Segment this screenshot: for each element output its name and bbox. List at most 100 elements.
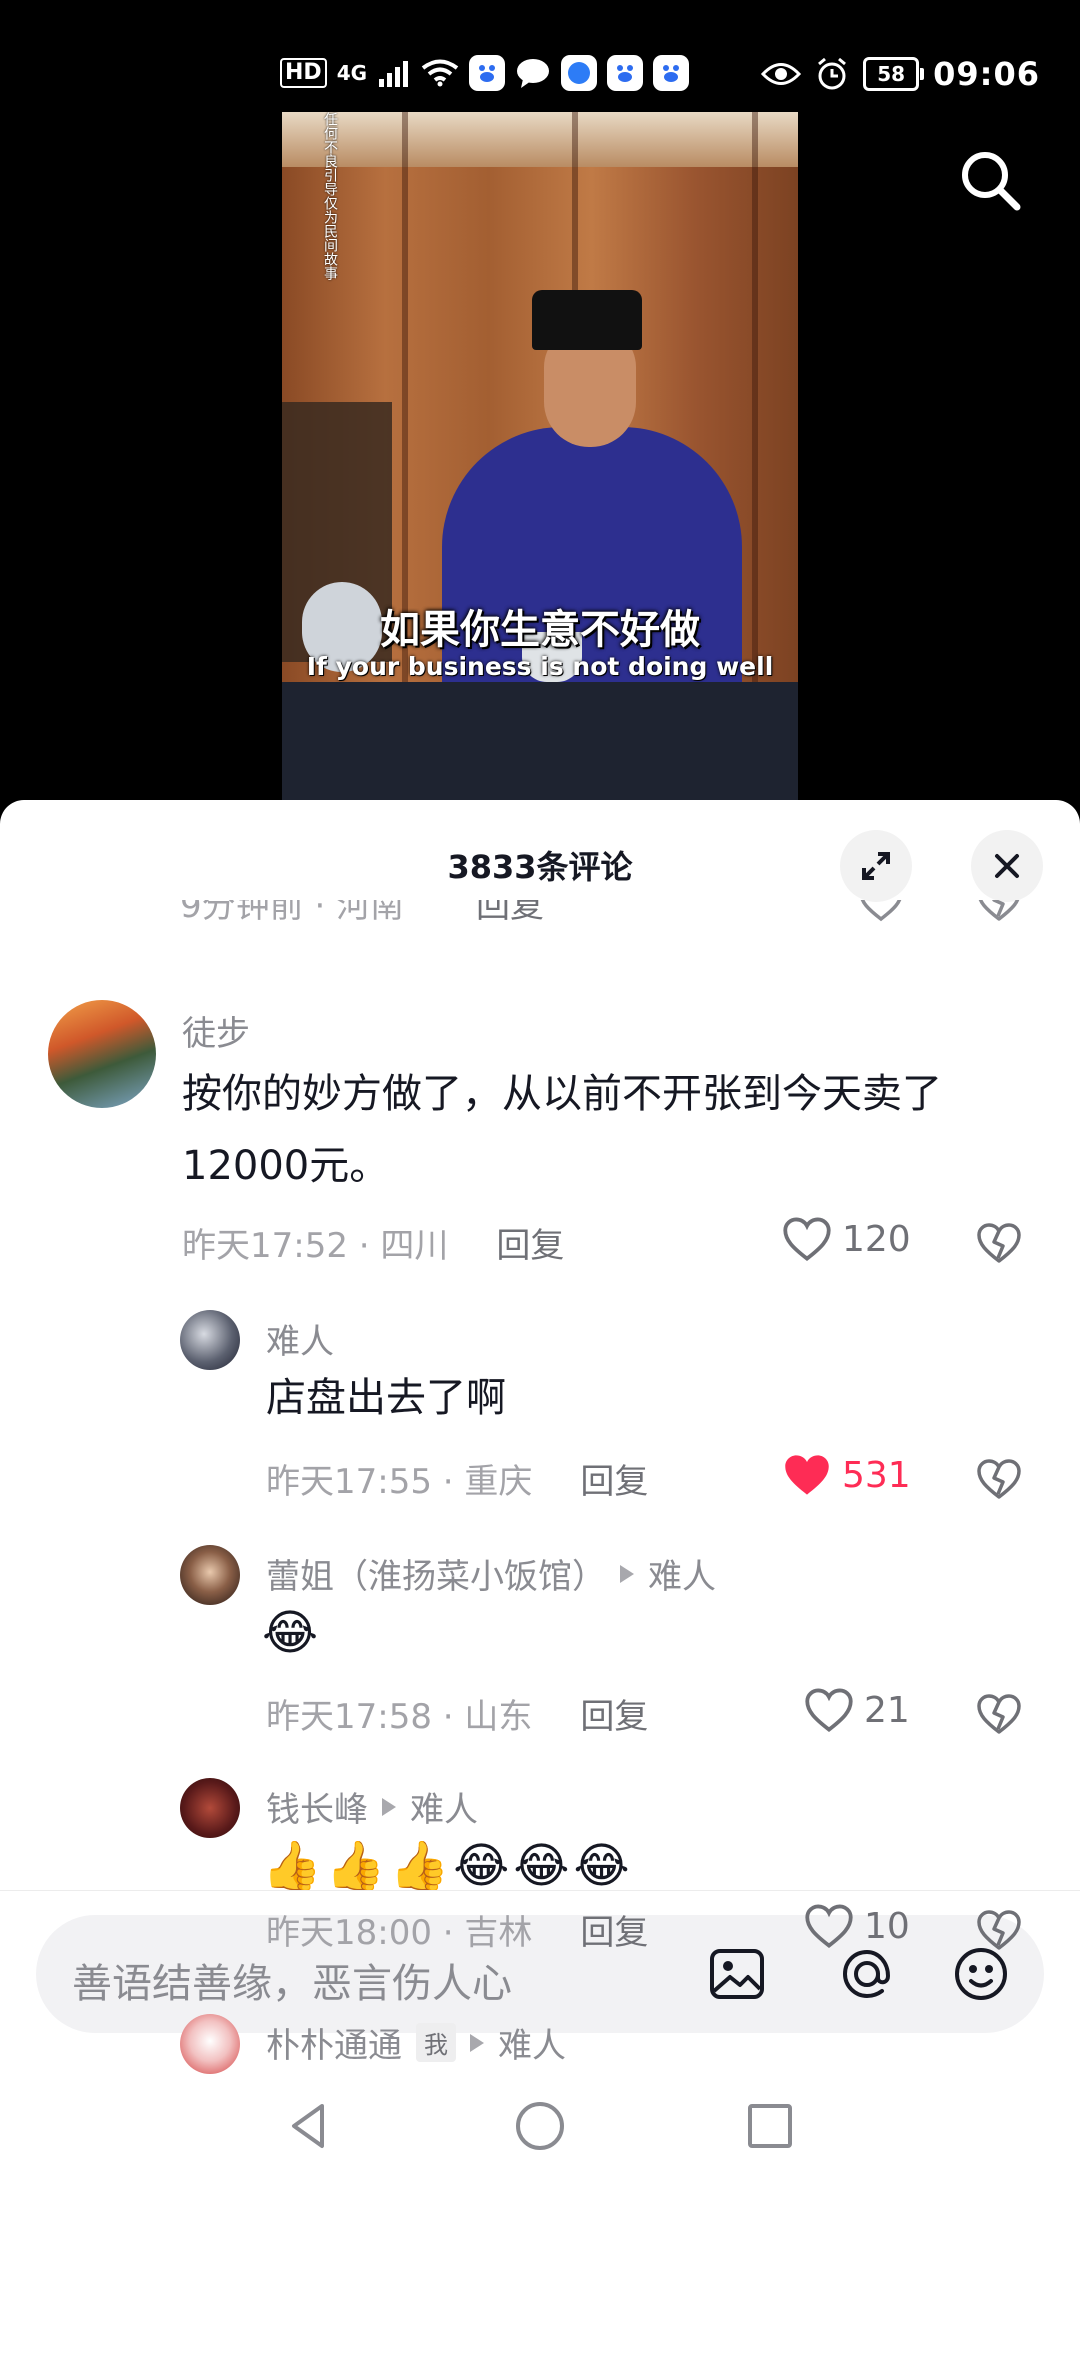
like-count: 21 [864, 1689, 910, 1731]
like-button[interactable]: 531 [782, 1452, 911, 1498]
avatar[interactable] [180, 2014, 240, 2074]
like-button[interactable]: 120 [782, 1216, 911, 1262]
close-button[interactable] [971, 830, 1043, 902]
avatar[interactable] [180, 1545, 240, 1605]
search-button[interactable] [955, 145, 1025, 215]
video-vertical-caption: 任何不良引导仅为民间故事 [322, 112, 338, 280]
comments-header: 3833条评论 [0, 800, 1080, 902]
username-text: 蕾姐（淮扬菜小饭馆） [266, 1557, 606, 1597]
alarm-icon [818, 57, 847, 90]
dislike-icon[interactable] [976, 1458, 1022, 1500]
reply-button[interactable]: 回复 [580, 1689, 648, 1738]
comment-meta: 9分钟前 · 河南 [180, 900, 405, 926]
comment-username[interactable]: 难人 [266, 1314, 334, 1363]
reply-to-username[interactable]: 难人 [410, 1782, 478, 1831]
reply-item: 朴朴通通 我 难人 [0, 2014, 1080, 2084]
comment-emojis: 😂 [262, 1603, 318, 1663]
video-player[interactable]: 任何不良引导仅为民间故事 如果你生意不好做 If your business i… [282, 112, 798, 802]
like-count: 120 [842, 1218, 911, 1260]
reply-item-meta: 昨天18:00 · 吉林 回复 10 [0, 1903, 1080, 1975]
heart-icon [805, 1688, 853, 1732]
laughing-emoji: 😂 [513, 1838, 570, 1894]
list-item: 9分钟前 · 河南 回复 [0, 900, 1080, 938]
laughing-emoji: 😂 [262, 1605, 319, 1661]
comment-meta: 昨天18:00 · 吉林 [266, 1913, 533, 1953]
hd-badge: HD [280, 58, 327, 88]
comments-sheet: 3833条评论 9分钟前 · 河南 回复 徒步 按你的妙方做了，从以前不开张到今… [0, 800, 1080, 2376]
heart-filled-icon [785, 1455, 829, 1495]
reply-to-username[interactable]: 难人 [648, 1549, 716, 1598]
comment-item: 徒步 按你的妙方做了，从以前不开张到今天卖了12000元。 昨天17:52 · … [0, 1000, 1080, 1266]
like-button[interactable]: 10 [804, 1903, 910, 1949]
reply-button[interactable]: 回复 [580, 1454, 648, 1503]
username-text: 朴朴通通 [266, 2026, 402, 2066]
heart-icon [805, 1904, 853, 1948]
recents-icon[interactable] [740, 2096, 800, 2156]
comment-meta-row: 昨天17:52 · 四川 回复 [182, 1218, 564, 1267]
baidu-app-icon-3 [653, 55, 690, 91]
like-count: 531 [842, 1454, 911, 1496]
dislike-icon[interactable] [976, 1222, 1022, 1264]
status-bar: HD 4G 58 09:06 [0, 0, 1080, 110]
eye-icon [761, 63, 802, 85]
like-button[interactable]: 21 [804, 1687, 910, 1733]
like-count: 10 [864, 1905, 910, 1947]
reply-to-username[interactable]: 难人 [498, 2018, 566, 2067]
comment-meta-row: 昨天18:00 · 吉林 回复 [266, 1905, 648, 1954]
dislike-icon[interactable] [976, 900, 1022, 922]
comment-username[interactable]: 蕾姐（淮扬菜小饭馆） 难人 [266, 1549, 716, 1598]
home-icon[interactable] [510, 2096, 570, 2156]
thumbs-up-emoji: 👍 [389, 1838, 450, 1894]
reply-button[interactable]: 回复 [476, 900, 544, 927]
dislike-icon[interactable] [976, 1693, 1022, 1735]
avatar[interactable] [180, 1778, 240, 1838]
avatar[interactable] [48, 1000, 156, 1108]
heart-icon[interactable] [858, 900, 904, 922]
back-icon[interactable] [280, 2096, 340, 2156]
username-text: 钱长峰 [266, 1790, 368, 1830]
expand-button[interactable] [840, 830, 912, 902]
dislike-icon[interactable] [976, 1909, 1022, 1951]
username-text: 徒步 [182, 1014, 250, 1054]
comment-meta: 昨天17:58 · 山东 [266, 1697, 533, 1737]
reply-button[interactable]: 回复 [580, 1905, 648, 1954]
signal-icon [379, 61, 409, 87]
comments-list[interactable]: 9分钟前 · 河南 回复 徒步 按你的妙方做了，从以前不开张到今天卖了12000… [0, 900, 1080, 1890]
baidu-app-icon [469, 55, 506, 91]
comment-text: 店盘出去了啊 [266, 1375, 506, 1421]
comment-emojis: 👍 👍 👍 😂 😂 😂 [262, 1836, 630, 1896]
reply-arrow-icon [470, 2033, 484, 2052]
laughing-emoji: 😂 [453, 1838, 510, 1894]
comment-username[interactable]: 朴朴通通 我 难人 [266, 2018, 566, 2067]
status-right: 58 09:06 [761, 55, 1040, 93]
baidu-app-icon-2 [607, 55, 644, 91]
message-icon [517, 59, 550, 88]
wifi-icon [421, 59, 459, 87]
reply-item-content: 👍 👍 👍 😂 😂 😂 [0, 1836, 1080, 1896]
username-text: 难人 [266, 1322, 334, 1362]
video-scene-ceiling [282, 112, 798, 167]
comment-meta: 昨天17:55 · 重庆 [266, 1462, 533, 1502]
browser-app-icon [561, 55, 598, 91]
close-icon [995, 854, 1019, 878]
comment-username[interactable]: 徒步 [182, 1006, 250, 1055]
reply-arrow-icon [620, 1564, 634, 1583]
comment-meta-row: 昨天17:58 · 山东 回复 [266, 1689, 648, 1738]
clock: 09:06 [933, 55, 1040, 93]
video-subtitle-chinese: 如果你生意不好做 [380, 607, 700, 653]
me-tag: 我 [416, 2023, 456, 2062]
comment-meta: 昨天17:52 · 四川 [182, 1226, 449, 1266]
video-subtitle-english: If your business is not doing well [306, 652, 774, 681]
thumbs-up-emoji: 👍 [325, 1838, 386, 1894]
comment-username[interactable]: 钱长峰 难人 [266, 1782, 478, 1831]
video-scene-table [282, 682, 798, 802]
battery-indicator: 58 [863, 57, 925, 91]
avatar[interactable] [180, 1310, 240, 1370]
expand-icon [862, 852, 890, 880]
comment-text: 按你的妙方做了，从以前不开张到今天卖了12000元。 [182, 1071, 942, 1189]
heart-icon [783, 1217, 831, 1261]
video-scene-hat [532, 290, 642, 350]
status-left: HD 4G [280, 55, 690, 91]
laughing-emoji: 😂 [573, 1838, 630, 1894]
reply-button[interactable]: 回复 [496, 1218, 564, 1267]
